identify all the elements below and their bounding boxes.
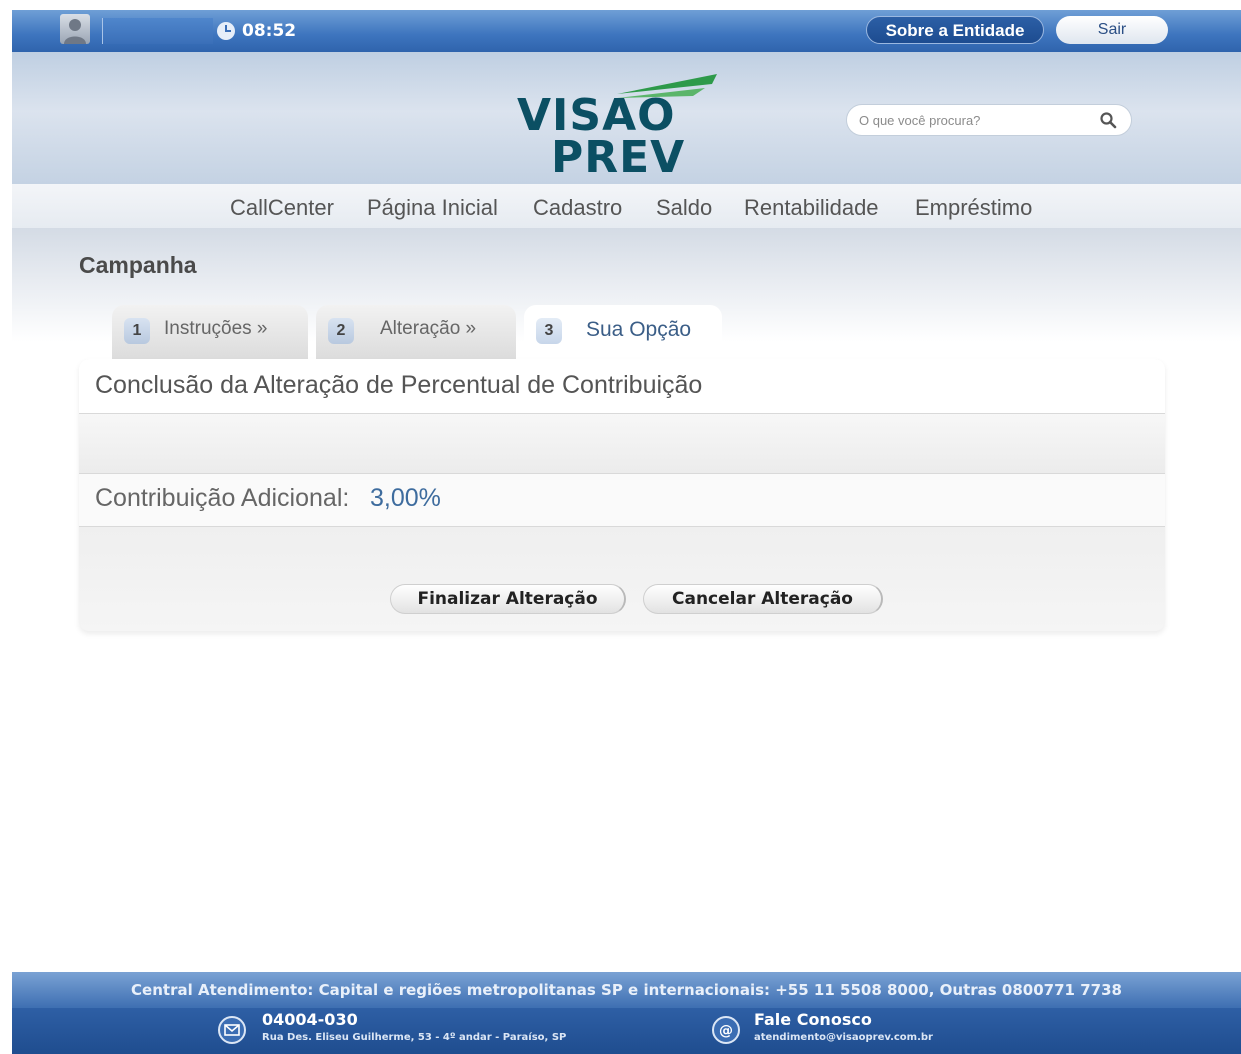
tab-label: Alteração » — [380, 318, 477, 339]
footer-address: Rua Des. Eliseu Guilherme, 53 - 4º andar… — [262, 1032, 567, 1043]
search-input[interactable]: O que você procura? — [846, 104, 1132, 136]
header: VISAO PREV O que você procura? — [12, 52, 1241, 184]
tab-label: Sua Opção — [586, 318, 692, 341]
user-name-field — [102, 18, 213, 44]
nav-item-rentabilidade[interactable]: Rentabilidade — [744, 195, 879, 221]
tab-alteracao[interactable]: 2 Alteração » — [316, 305, 516, 359]
nav-item-saldo[interactable]: Saldo — [656, 195, 712, 221]
visaoprev-logo[interactable]: VISAO PREV — [517, 60, 732, 183]
tab-number: 1 — [124, 318, 150, 344]
panel-spacer — [79, 414, 1165, 474]
panel-header: Conclusão da Alteração de Percentual de … — [79, 359, 1165, 414]
search-icon[interactable] — [1099, 111, 1117, 129]
tab-number: 2 — [328, 318, 354, 344]
footer-email[interactable]: atendimento@visaoprev.com.br — [754, 1032, 933, 1043]
svg-text:@: @ — [719, 1023, 733, 1039]
nav-item-cadastro[interactable]: Cadastro — [533, 195, 622, 221]
footer-cep: 04004-030 — [262, 1010, 358, 1029]
footer-contact: 04004-030 Rua Des. Eliseu Guilherme, 53 … — [12, 1008, 1241, 1054]
contribution-row: Contribuição Adicional: 3,00% — [79, 474, 1165, 527]
user-icon — [64, 19, 86, 44]
nav-item-pagina-inicial[interactable]: Página Inicial — [367, 195, 498, 221]
nav-item-emprestimo[interactable]: Empréstimo — [915, 195, 1032, 221]
confirmation-panel: Conclusão da Alteração de Percentual de … — [79, 359, 1165, 631]
tab-label: Instruções » — [164, 318, 268, 339]
tab-number: 3 — [536, 318, 562, 344]
main-nav: CallCenter Página Inicial Cadastro Saldo… — [12, 184, 1241, 228]
session-time: 08:52 — [242, 21, 297, 41]
logo-text-line2: PREV — [551, 132, 686, 183]
avatar[interactable] — [60, 14, 90, 44]
contribution-label: Contribuição Adicional: — [95, 484, 350, 512]
contribution-value: 3,00% — [370, 484, 441, 512]
tab-sua-opcao[interactable]: 3 Sua Opção — [524, 305, 722, 365]
clock-icon — [217, 22, 235, 40]
at-sign-icon: @ — [712, 1016, 740, 1044]
top-bar: 08:52 Sobre a Entidade Sair — [12, 10, 1241, 52]
finalize-button[interactable]: Finalizar Alteração — [390, 584, 626, 614]
panel-actions: Finalizar Alteração Cancelar Alteração — [79, 527, 1165, 631]
page-title: Campanha — [79, 252, 197, 278]
logout-button[interactable]: Sair — [1056, 16, 1168, 44]
panel-title: Conclusão da Alteração de Percentual de … — [95, 371, 703, 399]
search-placeholder: O que você procura? — [859, 113, 981, 128]
tab-instrucoes[interactable]: 1 Instruções » — [112, 305, 308, 359]
page-frame: 08:52 Sobre a Entidade Sair VISAO PREV O… — [12, 10, 1241, 1054]
nav-item-callcenter[interactable]: CallCenter — [230, 195, 334, 221]
cancel-button[interactable]: Cancelar Alteração — [643, 584, 883, 614]
mail-icon — [218, 1016, 246, 1044]
footer-contact-title[interactable]: Fale Conosco — [754, 1010, 872, 1029]
about-entity-button[interactable]: Sobre a Entidade — [866, 16, 1044, 44]
footer-central-atendimento: Central Atendimento: Capital e regiões m… — [12, 972, 1241, 1008]
